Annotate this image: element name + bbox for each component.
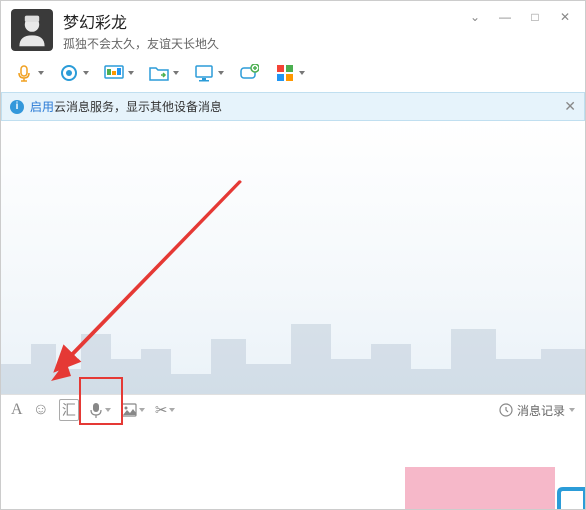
input-toolbar: A ☺ 汇 ✂ 消息记录 xyxy=(1,394,585,425)
screen-share-button[interactable] xyxy=(103,62,134,84)
app-launcher-button[interactable] xyxy=(274,62,305,84)
minimize-button[interactable]: — xyxy=(493,7,517,27)
notification-text: 云消息服务，显示其他设备消息 xyxy=(54,100,222,114)
chevron-down-icon xyxy=(105,408,111,412)
voice-call-button[interactable] xyxy=(13,62,44,84)
chevron-down-icon xyxy=(169,408,175,412)
emoji-button[interactable]: ☺ xyxy=(33,401,49,419)
image-button[interactable] xyxy=(121,403,145,417)
video-call-button[interactable] xyxy=(58,62,89,84)
message-history-button[interactable]: 消息记录 xyxy=(499,402,575,419)
maximize-button[interactable]: □ xyxy=(523,7,547,27)
message-input-area[interactable] xyxy=(1,425,585,509)
cloud-message-notification: i 启用云消息服务，显示其他设备消息 ✕ xyxy=(1,92,585,121)
corner-decoration xyxy=(557,487,585,509)
overlay-block xyxy=(405,467,555,509)
enable-link[interactable]: 启用 xyxy=(30,100,54,114)
chevron-down-icon xyxy=(218,71,224,75)
vip-button[interactable]: 汇 xyxy=(59,399,79,421)
contact-signature: 孤独不会太久，友谊天长地久 xyxy=(63,35,575,52)
screenshot-button[interactable]: ✂ xyxy=(155,401,176,419)
voice-input-button[interactable] xyxy=(89,402,111,418)
font-button[interactable]: A xyxy=(11,401,23,419)
chevron-down-icon xyxy=(173,71,179,75)
window-menu-dropdown[interactable]: ⌄ xyxy=(463,7,487,27)
contact-avatar[interactable] xyxy=(11,9,53,51)
chevron-down-icon xyxy=(83,71,89,75)
clock-icon xyxy=(499,403,513,417)
chevron-down-icon xyxy=(299,71,305,75)
skyline-decoration xyxy=(1,304,585,394)
notification-close-button[interactable]: ✕ xyxy=(564,98,576,115)
chevron-down-icon xyxy=(139,408,145,412)
chevron-down-icon xyxy=(569,408,575,412)
main-toolbar xyxy=(1,58,585,92)
create-group-button[interactable] xyxy=(238,62,260,84)
chevron-down-icon xyxy=(38,71,44,75)
info-icon: i xyxy=(10,100,24,114)
remote-control-button[interactable] xyxy=(193,62,224,84)
titlebar: 梦幻彩龙 孤独不会太久，友谊天长地久 ⌄ — □ ✕ xyxy=(1,1,585,58)
close-button[interactable]: ✕ xyxy=(553,7,577,27)
chevron-down-icon xyxy=(128,71,134,75)
send-file-button[interactable] xyxy=(148,62,179,84)
chat-message-area xyxy=(1,121,585,394)
